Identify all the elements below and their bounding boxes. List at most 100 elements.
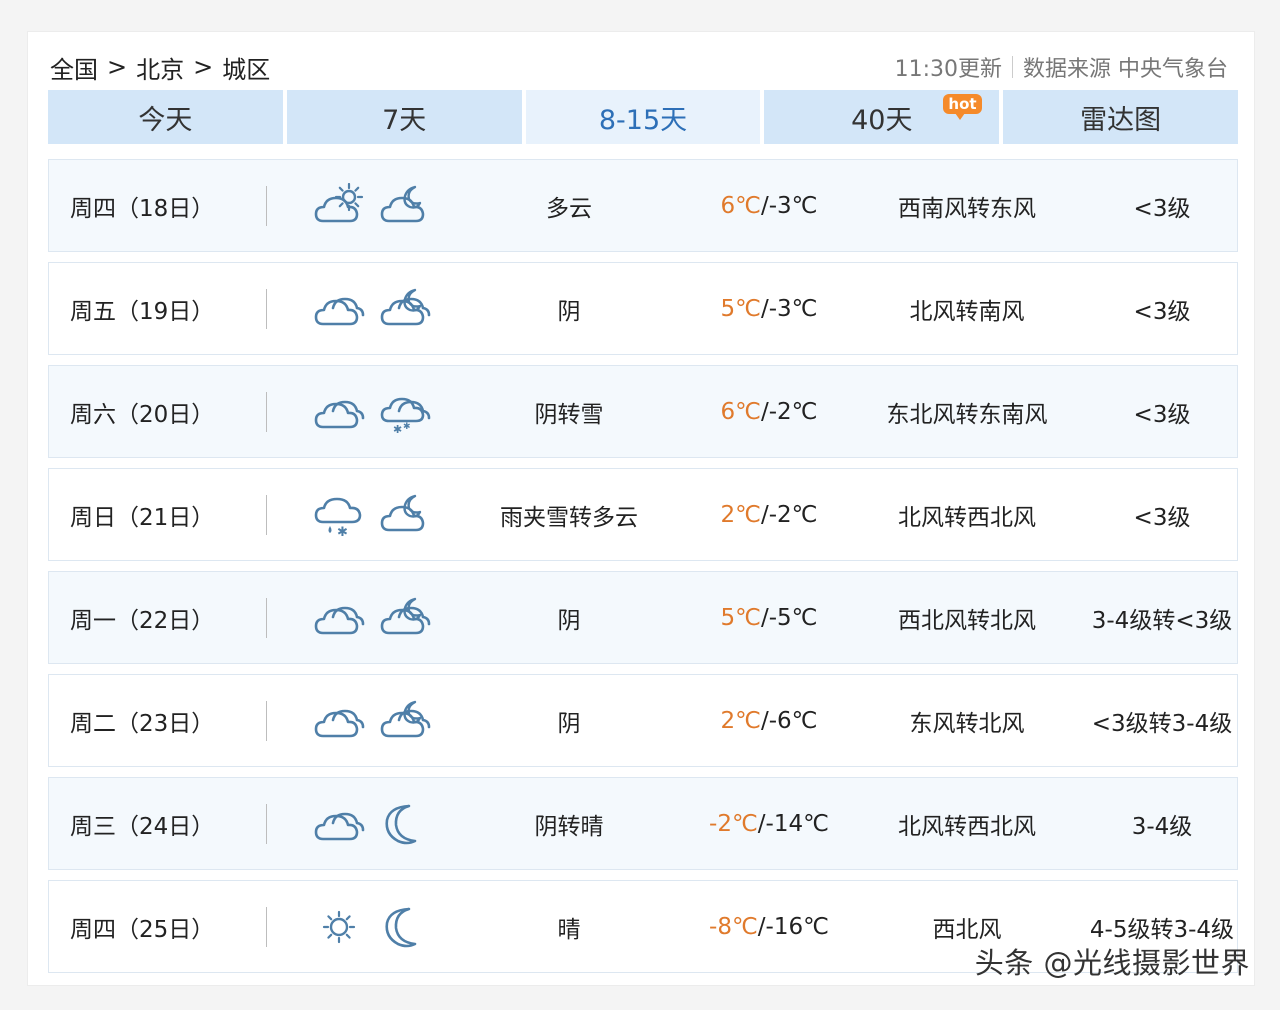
- forecast-row: 周日（21日） ✱ 雨夹雪转多云 2℃/-2℃ 北风转西北风 <3级: [48, 468, 1238, 561]
- weather-description: 晴: [557, 916, 581, 943]
- weather-icons: [313, 675, 433, 766]
- low-temp: /-3℃: [760, 295, 818, 322]
- overcast-cloud-icon: [314, 297, 365, 325]
- temperature: 2℃/-6℃: [689, 675, 849, 766]
- weather-icons: [313, 160, 433, 251]
- divider: [1012, 56, 1013, 78]
- forecast-tabs: 今天 7天 8-15天 40天 hot 雷达图: [48, 90, 1238, 144]
- breadcrumb-separator: >: [193, 53, 214, 81]
- forecast-date: 周五（19日）: [70, 298, 215, 325]
- divider: [266, 289, 267, 329]
- wind-direction: 北风转南风: [909, 298, 1025, 325]
- hot-badge: hot: [943, 94, 982, 120]
- weather-icons: [313, 263, 433, 354]
- weather-description: 阴转雪: [534, 401, 604, 428]
- sleet-cloud-icon: ✱: [314, 497, 362, 538]
- wind-direction: 北风转西北风: [898, 813, 1036, 840]
- temperature: 6℃/-2℃: [689, 366, 849, 457]
- high-temp: 2℃: [720, 501, 761, 528]
- high-temp: 6℃: [720, 192, 761, 219]
- tab-8-15-days[interactable]: 8-15天: [525, 90, 761, 144]
- forecast-row: 周三（24日） 阴转晴 -2℃/-14℃ 北风转西北风 3-4级: [48, 777, 1238, 870]
- wind-level: 3-4级转<3级: [1091, 607, 1233, 634]
- forecast-row: 周五（19日） 阴 5℃/-3℃ 北风转南风 <3级: [48, 262, 1238, 355]
- wind-direction: 东风转北风: [909, 710, 1025, 737]
- overcast-moon-icon: [380, 700, 431, 737]
- tab-radar[interactable]: 雷达图: [1003, 90, 1238, 144]
- wind-direction: 东北风转东南风: [886, 401, 1048, 428]
- wind-level: 3-4级: [1131, 813, 1193, 840]
- breadcrumb-separator: >: [107, 53, 128, 81]
- low-temp: /-2℃: [760, 501, 818, 528]
- high-temp: -8℃: [709, 913, 758, 940]
- moon-icon: [385, 907, 417, 947]
- forecast-list: 周四（18日） 多云 6℃/-3℃ 西南风转东风 <3级 周五（19日） 阴 5…: [48, 159, 1238, 983]
- wind-direction: 西北风转北风: [898, 607, 1036, 634]
- forecast-date: 周二（23日）: [70, 710, 215, 737]
- forecast-row: 周六（20日） ✱ ✱ 阴转雪 6℃/-2℃ 东北风转东南风 <3级: [48, 365, 1238, 458]
- forecast-row: 周二（23日） 阴 2℃/-6℃ 东风转北风 <3级转3-4级: [48, 674, 1238, 767]
- tab-40-days[interactable]: 40天 hot: [764, 90, 1000, 144]
- forecast-date: 周四（25日）: [70, 916, 215, 943]
- svg-text:✱: ✱: [337, 525, 348, 538]
- source-label: 数据来源 中央气象台: [1023, 57, 1228, 82]
- weather-description: 阴转晴: [534, 813, 604, 840]
- overcast-cloud-icon: [314, 400, 365, 428]
- forecast-date: 周三（24日）: [70, 813, 215, 840]
- wind-level: <3级: [1133, 504, 1191, 531]
- top-bar: 全国 > 北京 > 城区 11:30更新 数据来源 中央气象台: [50, 50, 1228, 85]
- overcast-cloud-icon: [314, 812, 365, 840]
- weather-icons: [313, 778, 433, 869]
- forecast-row: 周一（22日） 阴 5℃/-5℃ 西北风转北风 3-4级转<3级: [48, 571, 1238, 664]
- weather-icons: [313, 881, 433, 972]
- high-temp: 6℃: [720, 398, 761, 425]
- weather-card: 全国 > 北京 > 城区 11:30更新 数据来源 中央气象台 今天 7天 8-…: [27, 31, 1255, 986]
- svg-text:✱: ✱: [393, 423, 402, 435]
- weather-icons: [313, 572, 433, 663]
- watermark: 头条 @光线摄影世界: [974, 946, 1250, 980]
- wind-level: <3级: [1133, 298, 1191, 325]
- wind-level: <3级: [1133, 195, 1191, 222]
- overcast-moon-icon: [380, 288, 431, 325]
- temperature: 6℃/-3℃: [689, 160, 849, 251]
- forecast-date: 周一（22日）: [70, 607, 215, 634]
- breadcrumb-city[interactable]: 北京: [136, 50, 184, 85]
- forecast-date: 周日（21日）: [70, 504, 215, 531]
- low-temp: /-14℃: [757, 810, 829, 837]
- svg-text:✱: ✱: [403, 422, 411, 432]
- forecast-date: 周六（20日）: [70, 401, 215, 428]
- high-temp: 5℃: [720, 295, 761, 322]
- data-source: 11:30更新 数据来源 中央气象台: [895, 51, 1228, 83]
- divider: [266, 701, 267, 741]
- weather-icons: ✱: [313, 469, 433, 560]
- high-temp: -2℃: [709, 810, 758, 837]
- tab-today[interactable]: 今天: [48, 90, 283, 144]
- weather-description: 阴: [557, 607, 581, 634]
- cloud-moon-icon: [380, 494, 425, 531]
- breadcrumb-district[interactable]: 城区: [222, 50, 270, 85]
- forecast-date: 周四（18日）: [70, 195, 215, 222]
- divider: [266, 598, 267, 638]
- overcast-moon-icon: [380, 597, 431, 634]
- low-temp: /-3℃: [760, 192, 818, 219]
- snow-cloud-icon: ✱ ✱: [380, 397, 431, 435]
- weather-description: 雨夹雪转多云: [500, 504, 638, 531]
- low-temp: /-6℃: [760, 707, 818, 734]
- breadcrumb: 全国 > 北京 > 城区: [50, 50, 270, 85]
- weather-description: 阴: [557, 710, 581, 737]
- overcast-cloud-icon: [314, 709, 365, 737]
- wind-level: <3级转3-4级: [1091, 710, 1233, 737]
- sun-icon: [322, 910, 356, 943]
- divider: [266, 907, 267, 947]
- tab-7-days[interactable]: 7天: [286, 90, 522, 144]
- temperature: 5℃/-5℃: [689, 572, 849, 663]
- cloud-moon-icon: [380, 185, 425, 222]
- weather-icons: ✱ ✱: [313, 366, 433, 457]
- wind-level: <3级: [1133, 401, 1191, 428]
- temperature: -2℃/-14℃: [689, 778, 849, 869]
- divider: [266, 392, 267, 432]
- temperature: 2℃/-2℃: [689, 469, 849, 560]
- divider: [266, 804, 267, 844]
- high-temp: 5℃: [720, 604, 761, 631]
- breadcrumb-country[interactable]: 全国: [50, 50, 98, 85]
